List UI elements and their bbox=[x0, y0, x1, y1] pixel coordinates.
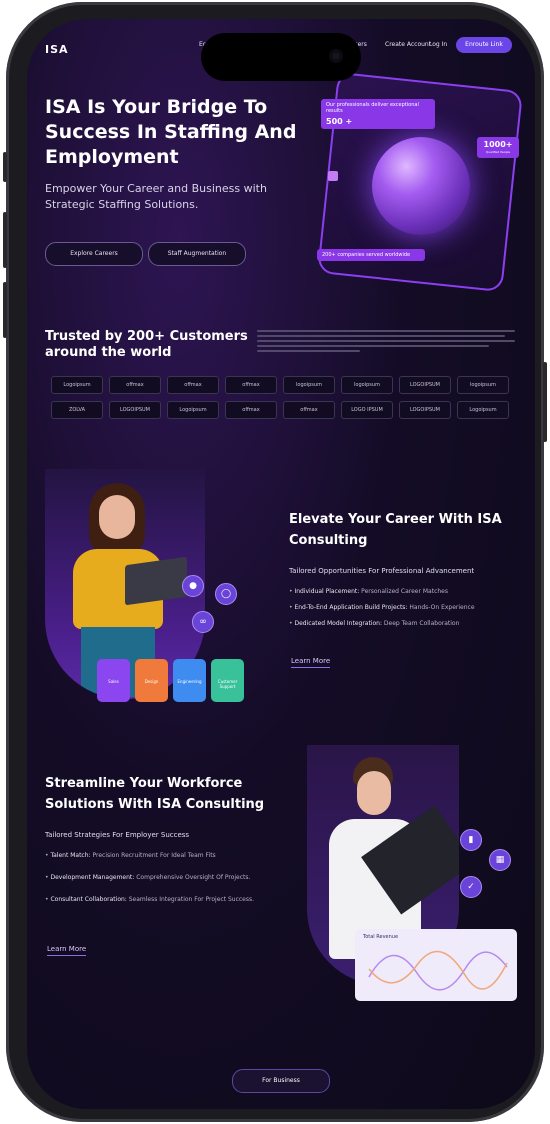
career-subtitle: Tailored Opportunities For Professional … bbox=[289, 567, 475, 575]
team-icon: ● bbox=[182, 575, 204, 597]
create-account-link[interactable]: Create Account bbox=[385, 41, 431, 48]
career-category-label: Design bbox=[144, 679, 159, 684]
client-logo: offmax bbox=[225, 376, 277, 394]
career-category-tile[interactable]: Engineering bbox=[173, 659, 206, 702]
career-title: Elevate Your Career With ISA Consulting bbox=[289, 512, 502, 548]
career-learn-more-link[interactable]: Learn More bbox=[291, 657, 331, 668]
client-logo: offmax bbox=[283, 401, 335, 419]
login-link[interactable]: Log In bbox=[429, 41, 447, 48]
professionals-badge-count: 500 + bbox=[326, 117, 353, 126]
person-face bbox=[99, 495, 135, 539]
bullet-label: Talent Match: bbox=[50, 852, 91, 859]
career-category-tile[interactable]: Sales bbox=[97, 659, 130, 702]
client-logo: Logoipsum bbox=[51, 376, 103, 394]
bullet-text: Precision Recruitment For Ideal Team Fit… bbox=[92, 852, 216, 859]
bullet-item: • End-To-End Application Build Projects:… bbox=[289, 603, 525, 613]
career-category-label: Customer Support bbox=[217, 679, 238, 689]
bullet-text: Personalized Career Matches bbox=[361, 588, 448, 595]
bullet-label: Development Management: bbox=[50, 874, 135, 881]
revenue-lines bbox=[368, 950, 508, 991]
cube-decoration bbox=[328, 171, 338, 181]
nav-cta-label: Enroute Link bbox=[465, 41, 503, 48]
client-logo: offmax bbox=[109, 376, 161, 394]
companies-badge: 200+ companies served worldwide bbox=[317, 249, 425, 261]
bullet-text: Hands-On Experience bbox=[409, 604, 475, 611]
client-logo: offmax bbox=[225, 401, 277, 419]
candidates-badge-value: 1000+ bbox=[483, 140, 513, 149]
screen: ISA Eor Parsers Create Account Log In En… bbox=[27, 19, 535, 1109]
client-logo: logoipsum bbox=[457, 376, 509, 394]
client-logo: LOGOIPSUM bbox=[109, 401, 161, 419]
client-logo: Logoipsum bbox=[457, 401, 509, 419]
staff-augmentation-button[interactable]: Staff Augmentation bbox=[148, 242, 246, 266]
trusted-title: Trusted by 200+ Customers around the wor… bbox=[45, 329, 248, 360]
staff-augmentation-label: Staff Augmentation bbox=[167, 250, 227, 257]
bullet-label: Individual Placement: bbox=[294, 588, 360, 595]
camera-icon bbox=[329, 49, 343, 63]
bullet-item: • Individual Placement: Personalized Car… bbox=[289, 587, 525, 597]
career-category-label: Sales bbox=[108, 679, 119, 684]
bullet-text: Comprehensive Oversight Of Projects. bbox=[136, 874, 251, 881]
hero-title: ISA Is Your Bridge To Success In Staffin… bbox=[45, 96, 297, 168]
bullet-item: • Talent Match: Precision Recruitment Fo… bbox=[45, 851, 265, 861]
user-icon: ◯ bbox=[215, 583, 237, 605]
client-logo: Logoipsum bbox=[167, 401, 219, 419]
workforce-learn-more-link[interactable]: Learn More bbox=[47, 945, 87, 956]
workforce-title: Streamline Your Workforce Solutions With… bbox=[45, 776, 265, 812]
career-category-tile[interactable]: Design bbox=[135, 659, 168, 702]
client-logo: LOGO IPSUM bbox=[341, 401, 393, 419]
professionals-badge-text: Our professionals deliver exceptional re… bbox=[326, 102, 419, 114]
hero-subtitle: Empower Your Career and Business with St… bbox=[45, 182, 267, 211]
workforce-subtitle: Tailored Strategies For Employer Success bbox=[45, 831, 190, 839]
client-logo: logoipsum bbox=[341, 376, 393, 394]
mute-switch bbox=[3, 152, 7, 182]
bullet-item: • Dedicated Model Integration: Deep Team… bbox=[289, 619, 525, 629]
candidates-badge-label: Qualified People bbox=[485, 150, 511, 154]
bullet-label: End-To-End Application Build Projects: bbox=[294, 604, 408, 611]
laptop bbox=[125, 556, 187, 606]
person-face bbox=[357, 771, 391, 815]
share-icon: ∞ bbox=[192, 611, 214, 633]
companies-badge-text: 200+ companies served worldwide bbox=[322, 252, 411, 258]
career-category-tile[interactable]: Customer Support bbox=[211, 659, 244, 702]
chart-icon: ▮ bbox=[460, 829, 482, 851]
client-logo: ZOLVA bbox=[51, 401, 103, 419]
professionals-badge: Our professionals deliver exceptional re… bbox=[321, 99, 435, 129]
isa-logo[interactable]: ISA bbox=[45, 43, 69, 56]
phone-frame: ISA Eor Parsers Create Account Log In En… bbox=[3, 2, 547, 1122]
trusted-paragraph bbox=[257, 330, 515, 355]
explore-careers-button[interactable]: Explore Careers bbox=[45, 242, 143, 266]
user-check-icon: ✓ bbox=[460, 876, 482, 898]
client-logo: LOGOIPSUM bbox=[399, 401, 451, 419]
bullet-text: Deep Team Collaboration bbox=[383, 620, 460, 627]
client-logo: logoipsum bbox=[283, 376, 335, 394]
candidates-badge: 1000+ Qualified People bbox=[477, 137, 519, 158]
volume-down-button bbox=[3, 282, 7, 338]
volume-up-button bbox=[3, 212, 7, 268]
bullet-label: Consultant Collaboration: bbox=[50, 896, 127, 903]
globe-graphic bbox=[372, 137, 470, 235]
power-button bbox=[543, 362, 547, 442]
for-business-label: For Business bbox=[262, 1077, 300, 1084]
bullet-label: Dedicated Model Integration: bbox=[294, 620, 382, 627]
client-logo: LOGOIPSUM bbox=[399, 376, 451, 394]
explore-careers-label: Explore Careers bbox=[70, 250, 118, 257]
career-category-label: Engineering bbox=[177, 679, 202, 684]
bullet-item: • Development Management: Comprehensive … bbox=[45, 873, 265, 883]
dynamic-island bbox=[201, 33, 361, 81]
nav-cta-button[interactable]: Enroute Link bbox=[456, 37, 512, 53]
for-business-button[interactable]: For Business bbox=[232, 1069, 330, 1093]
revenue-chart-card: Total Revenue bbox=[355, 929, 517, 1001]
client-logo: offmax bbox=[167, 376, 219, 394]
bullet-text: Seamless Integration For Project Success… bbox=[128, 896, 255, 903]
bullet-item: • Consultant Collaboration: Seamless Int… bbox=[45, 895, 265, 905]
grid-icon: ▦ bbox=[489, 849, 511, 871]
